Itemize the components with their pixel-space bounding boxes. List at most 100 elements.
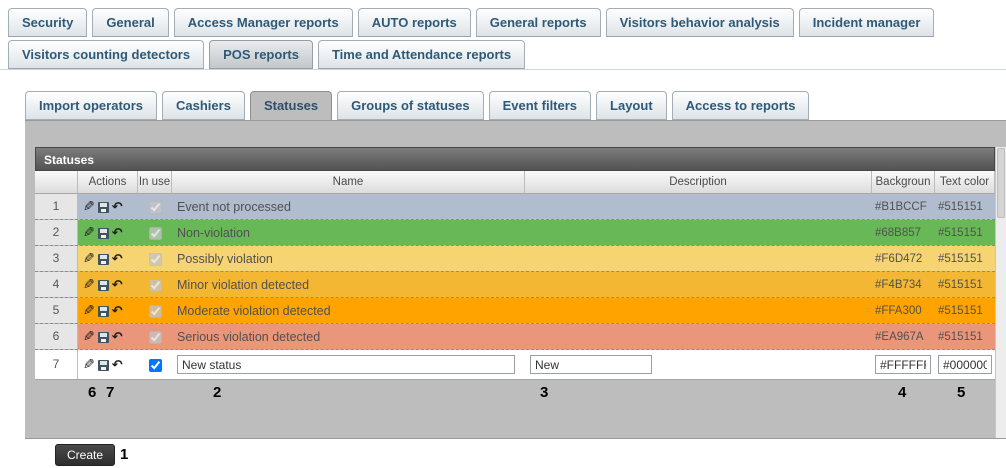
tab-pos-reports[interactable]: POS reports xyxy=(209,40,313,69)
table-row: 1 Event not processed #B1BCCF #515151 xyxy=(35,194,995,220)
save-icon[interactable] xyxy=(98,254,109,265)
tab-visitors-counting-detectors[interactable]: Visitors counting detectors xyxy=(8,40,204,69)
undo-icon[interactable] xyxy=(112,303,123,319)
table-row: 5 Moderate violation detected #FFA300 #5… xyxy=(35,298,995,324)
row-number: 5 xyxy=(35,298,78,323)
text-color-hex: #515151 xyxy=(935,227,995,239)
main-tab-row-2: Visitors counting detectors POS reports … xyxy=(0,40,1006,70)
actions-cell xyxy=(78,276,138,293)
scrollbar-thumb[interactable] xyxy=(997,148,1005,218)
header-name: Name xyxy=(172,171,525,194)
subtab-layout[interactable]: Layout xyxy=(596,91,667,120)
in-use-checkbox xyxy=(149,227,162,240)
in-use-checkbox xyxy=(149,201,162,214)
statuses-table: Statuses Actions In use Name Description… xyxy=(35,147,995,380)
tab-auto-reports[interactable]: AUTO reports xyxy=(358,8,471,37)
row-number: 3 xyxy=(35,246,78,271)
annotation-7: 7 xyxy=(106,384,114,401)
edit-icon[interactable] xyxy=(83,276,95,293)
panel-title: Statuses xyxy=(35,147,995,171)
background-hex: #B1BCCF xyxy=(872,201,935,213)
annotation-5: 5 xyxy=(957,384,965,401)
tab-visitors-behavior-analysis[interactable]: Visitors behavior analysis xyxy=(606,8,794,37)
text-color-hex: #515151 xyxy=(935,253,995,265)
background-hex: #FFA300 xyxy=(872,305,935,317)
undo-icon[interactable] xyxy=(112,251,123,267)
edit-icon[interactable] xyxy=(83,356,95,373)
undo-icon[interactable] xyxy=(112,199,123,215)
in-use-checkbox xyxy=(149,253,162,266)
status-name: Minor violation detected xyxy=(172,278,525,292)
background-hex: #F6D472 xyxy=(872,253,935,265)
tab-incident-manager[interactable]: Incident manager xyxy=(799,8,935,37)
subtab-event-filters[interactable]: Event filters xyxy=(489,91,591,120)
save-icon[interactable] xyxy=(98,306,109,317)
save-icon[interactable] xyxy=(98,280,109,291)
save-icon[interactable] xyxy=(98,202,109,213)
main-tab-row-1: Security General Access Manager reports … xyxy=(0,0,1006,37)
in-use-checkbox xyxy=(149,305,162,318)
status-name: Moderate violation detected xyxy=(172,304,525,318)
new-status-row: 7 xyxy=(35,350,995,380)
bottom-bar: Create 1 xyxy=(0,439,1006,468)
undo-icon[interactable] xyxy=(112,329,123,345)
new-status-description-input[interactable] xyxy=(530,355,652,374)
edit-icon[interactable] xyxy=(83,224,95,241)
save-icon[interactable] xyxy=(98,228,109,239)
actions-cell xyxy=(78,250,138,267)
table-row: 6 Serious violation detected #EA967A #51… xyxy=(35,324,995,350)
undo-icon[interactable] xyxy=(112,357,123,373)
text-color-hex: #515151 xyxy=(935,331,995,343)
header-actions: Actions xyxy=(78,171,138,194)
actions-cell xyxy=(78,198,138,215)
table-row: 3 Possibly violation #F6D472 #515151 xyxy=(35,246,995,272)
annotation-3: 3 xyxy=(540,384,548,401)
background-hex: #F4B734 xyxy=(872,279,935,291)
vertical-scrollbar[interactable] xyxy=(995,147,1006,438)
tab-security[interactable]: Security xyxy=(8,8,87,37)
annotation-2: 2 xyxy=(213,384,221,401)
save-icon[interactable] xyxy=(98,360,109,371)
actions-cell xyxy=(78,302,138,319)
status-name: Event not processed xyxy=(172,200,525,214)
status-name: Serious violation detected xyxy=(172,330,525,344)
text-color-hex: #515151 xyxy=(935,201,995,213)
annotation-6: 6 xyxy=(88,384,96,401)
subtab-import-operators[interactable]: Import operators xyxy=(25,91,157,120)
row-number: 1 xyxy=(35,194,78,219)
subtab-cashiers[interactable]: Cashiers xyxy=(162,91,245,120)
tab-general-reports[interactable]: General reports xyxy=(476,8,601,37)
save-icon[interactable] xyxy=(98,332,109,343)
annotation-4: 4 xyxy=(898,384,906,401)
header-text-color: Text color xyxy=(935,171,995,194)
subtab-statuses[interactable]: Statuses xyxy=(250,91,332,120)
edit-icon[interactable] xyxy=(83,302,95,319)
header-row-number xyxy=(35,171,78,194)
table-header-row: Actions In use Name Description Backgrou… xyxy=(35,171,995,194)
new-status-text-color-input[interactable] xyxy=(938,355,992,374)
in-use-checkbox[interactable] xyxy=(149,359,162,372)
in-use-checkbox xyxy=(149,331,162,344)
tab-access-manager-reports[interactable]: Access Manager reports xyxy=(174,8,353,37)
tab-time-and-attendance-reports[interactable]: Time and Attendance reports xyxy=(318,40,525,69)
row-number: 7 xyxy=(35,350,78,379)
subtab-access-to-reports[interactable]: Access to reports xyxy=(672,91,810,120)
subtab-groups-of-statuses[interactable]: Groups of statuses xyxy=(337,91,483,120)
edit-icon[interactable] xyxy=(83,198,95,215)
undo-icon[interactable] xyxy=(112,277,123,293)
edit-icon[interactable] xyxy=(83,250,95,267)
new-status-background-input[interactable] xyxy=(875,355,931,374)
text-color-hex: #515151 xyxy=(935,305,995,317)
tab-general[interactable]: General xyxy=(92,8,168,37)
edit-icon[interactable] xyxy=(83,328,95,345)
row-number: 2 xyxy=(35,220,78,245)
create-button[interactable]: Create xyxy=(55,444,115,466)
statuses-panel: Statuses Actions In use Name Description… xyxy=(25,120,1006,439)
actions-cell xyxy=(78,356,138,373)
background-hex: #EA967A xyxy=(872,331,935,343)
sub-tab-row: Import operators Cashiers Statuses Group… xyxy=(0,70,1006,120)
new-status-name-input[interactable] xyxy=(177,355,515,374)
background-hex: #68B857 xyxy=(872,227,935,239)
undo-icon[interactable] xyxy=(112,225,123,241)
in-use-checkbox xyxy=(149,279,162,292)
